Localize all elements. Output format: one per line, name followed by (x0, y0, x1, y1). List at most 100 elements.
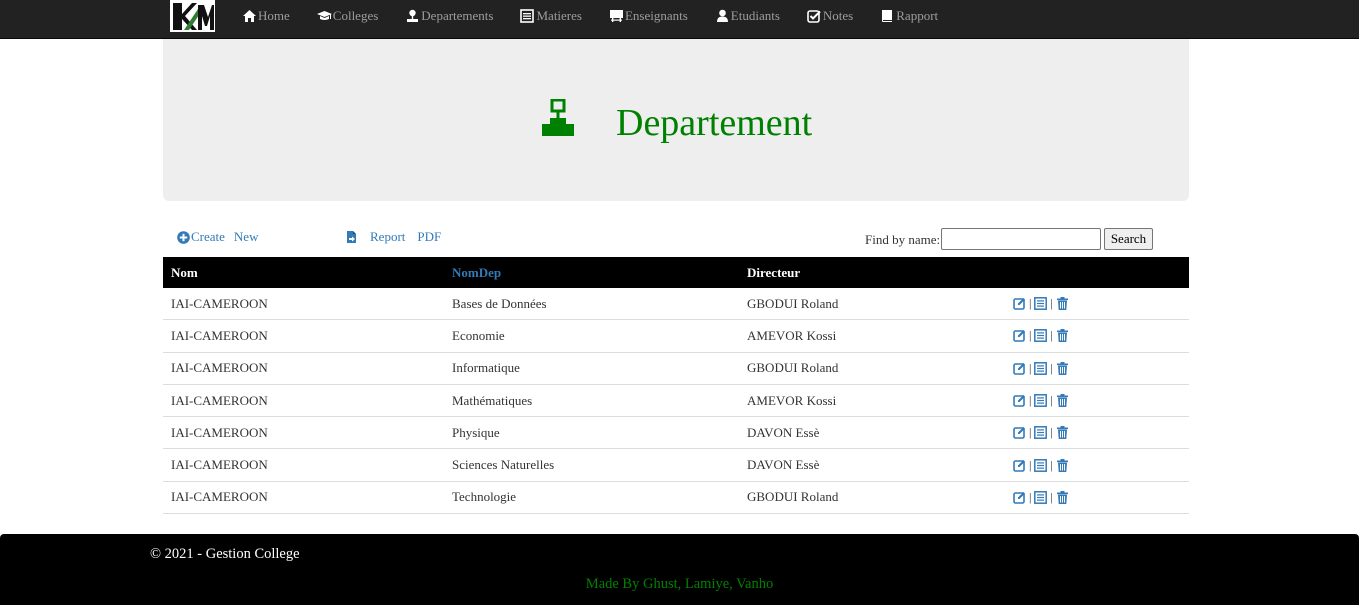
made-by-text: Made By Ghust, Lamiye, Vanho (585, 576, 774, 592)
edit-icon[interactable] (1013, 297, 1026, 310)
action-separator: | (1050, 296, 1053, 311)
cell-nomdep: Physique (452, 424, 500, 440)
action-separator: | (1029, 425, 1032, 440)
report-pdf-link[interactable]: Report PDF (346, 226, 441, 248)
trash-icon[interactable] (1056, 426, 1069, 440)
edit-icon[interactable] (1013, 426, 1026, 440)
nav-item-label: Departements (421, 8, 494, 23)
table-row: IAI-CAMEROON Mathématiques AMEVOR Kossi | | (163, 385, 1189, 418)
trash-icon[interactable] (1056, 361, 1069, 375)
action-separator: | (1029, 360, 1032, 375)
nav-item-departements[interactable]: Departements (405, 8, 493, 24)
details-icon[interactable] (1034, 458, 1048, 472)
footer: © 2021 - Gestion College Made By Ghust, … (0, 534, 1359, 605)
cell-nom: IAI-CAMEROON (171, 489, 268, 505)
report-label[interactable]: Report (370, 229, 405, 245)
list-alt-icon (520, 9, 535, 23)
nav-item-label: Enseignants (624, 8, 688, 23)
trash-icon[interactable] (1056, 394, 1069, 408)
details-icon[interactable] (1034, 297, 1048, 311)
action-separator: | (1029, 296, 1032, 311)
cell-actions: | | (1005, 458, 1189, 473)
cell-actions: | | (1005, 393, 1189, 408)
table-body: IAI-CAMEROON Bases de Données GBODUI Rolan… (163, 288, 1189, 515)
cell-directeur: AMEVOR Kossi (747, 392, 837, 408)
nav-item-label: Matieres (536, 8, 582, 23)
book-icon (880, 9, 895, 23)
navbar: Home Colleges Departements Matieres Ense… (0, 0, 1359, 39)
details-icon[interactable] (1034, 426, 1048, 440)
nav-item-label: Rapport (896, 8, 939, 23)
details-icon[interactable] (1034, 490, 1048, 504)
nav-item-notes[interactable]: Notes (807, 8, 853, 24)
cell-actions: | | (1005, 328, 1189, 343)
nav-item-enseignants[interactable]: Enseignants (609, 8, 688, 24)
edit-icon[interactable] (1013, 459, 1026, 472)
main-nav: Home Colleges Departements Matieres Ense… (242, 0, 965, 32)
details-icon[interactable] (1034, 329, 1048, 343)
table-row: IAI-CAMEROON Sciences Naturelles DAVON Ess… (163, 449, 1189, 482)
action-separator: | (1050, 425, 1053, 440)
details-icon[interactable] (1034, 394, 1048, 407)
search-label: Find by name: (865, 232, 941, 247)
cell-nom: IAI-CAMEROON (171, 392, 268, 408)
edit-icon[interactable] (1013, 491, 1026, 504)
pdf-label[interactable]: PDF (417, 229, 441, 245)
nav-item-label: Home (258, 8, 290, 23)
nav-item-matieres[interactable]: Matieres (520, 8, 582, 24)
trash-icon[interactable] (1056, 329, 1069, 343)
app-logo[interactable] (170, 0, 215, 32)
nav-item-label: Notes (822, 8, 854, 23)
cell-directeur: AMEVOR Kossi (747, 327, 837, 343)
cell-nomdep: Technologie (452, 489, 517, 505)
cell-nomdep: Informatique (452, 360, 520, 376)
file-export-icon (346, 230, 358, 244)
cell-actions: | | (1005, 425, 1189, 440)
sitemap-icon (541, 98, 575, 137)
edit-icon[interactable] (1013, 329, 1026, 343)
table-row: IAI-CAMEROON Physique DAVON Essè | | (163, 417, 1189, 450)
cell-directeur: GBODUI Roland (747, 360, 839, 376)
search-input[interactable] (941, 228, 1101, 250)
cell-nom: IAI-CAMEROON (171, 327, 268, 343)
edit-icon[interactable] (1013, 394, 1026, 407)
table-row: IAI-CAMEROON Informatique GBODUI Roland | | (163, 353, 1189, 385)
nav-item-colleges[interactable]: Colleges (316, 8, 378, 24)
table-header: Nom NomDep Directeur (163, 257, 1189, 288)
trash-icon[interactable] (1056, 490, 1069, 504)
action-separator: | (1050, 393, 1053, 408)
action-separator: | (1029, 328, 1032, 343)
table-row: IAI-CAMEROON Economie AMEVOR Kossi | | (163, 320, 1189, 353)
nav-item-home[interactable]: Home (242, 8, 290, 24)
cell-nomdep: Bases de Données (452, 295, 547, 311)
create-label[interactable]: Create (191, 229, 225, 245)
create-new-link[interactable]: Create New (177, 226, 258, 248)
action-separator: | (1050, 489, 1053, 504)
new-label[interactable]: New (234, 229, 259, 245)
cell-directeur: GBODUI Roland (747, 295, 839, 311)
search-button[interactable]: Search (1104, 228, 1153, 250)
nav-item-etudiants[interactable]: Etudiants (715, 8, 780, 24)
table-row: IAI-CAMEROON Bases de Données GBODUI Rolan… (163, 288, 1189, 321)
details-icon[interactable] (1034, 361, 1048, 375)
nav-item-rapport[interactable]: Rapport (880, 8, 938, 24)
column-header-nom: Nom (171, 264, 198, 280)
action-separator: | (1029, 457, 1032, 472)
trash-icon[interactable] (1056, 458, 1069, 472)
cell-nomdep: Mathématiques (452, 392, 533, 408)
cell-nomdep: Economie (452, 327, 505, 343)
cell-nom: IAI-CAMEROON (171, 424, 268, 440)
page-header: Departement (163, 39, 1189, 201)
cell-actions: | | (1005, 296, 1189, 311)
trash-icon[interactable] (1056, 297, 1069, 311)
check-icon (807, 9, 822, 23)
table-row: IAI-CAMEROON Technologie GBODUI Roland | | (163, 482, 1189, 515)
action-separator: | (1029, 393, 1032, 408)
cell-directeur: GBODUI Roland (747, 489, 839, 505)
edit-icon[interactable] (1013, 362, 1026, 375)
cell-nomdep: Sciences Naturelles (452, 457, 555, 473)
column-header-nomdep[interactable]: NomDep (444, 265, 739, 281)
action-separator: | (1050, 360, 1053, 375)
action-separator: | (1029, 489, 1032, 504)
page-title: Departement (616, 102, 813, 144)
